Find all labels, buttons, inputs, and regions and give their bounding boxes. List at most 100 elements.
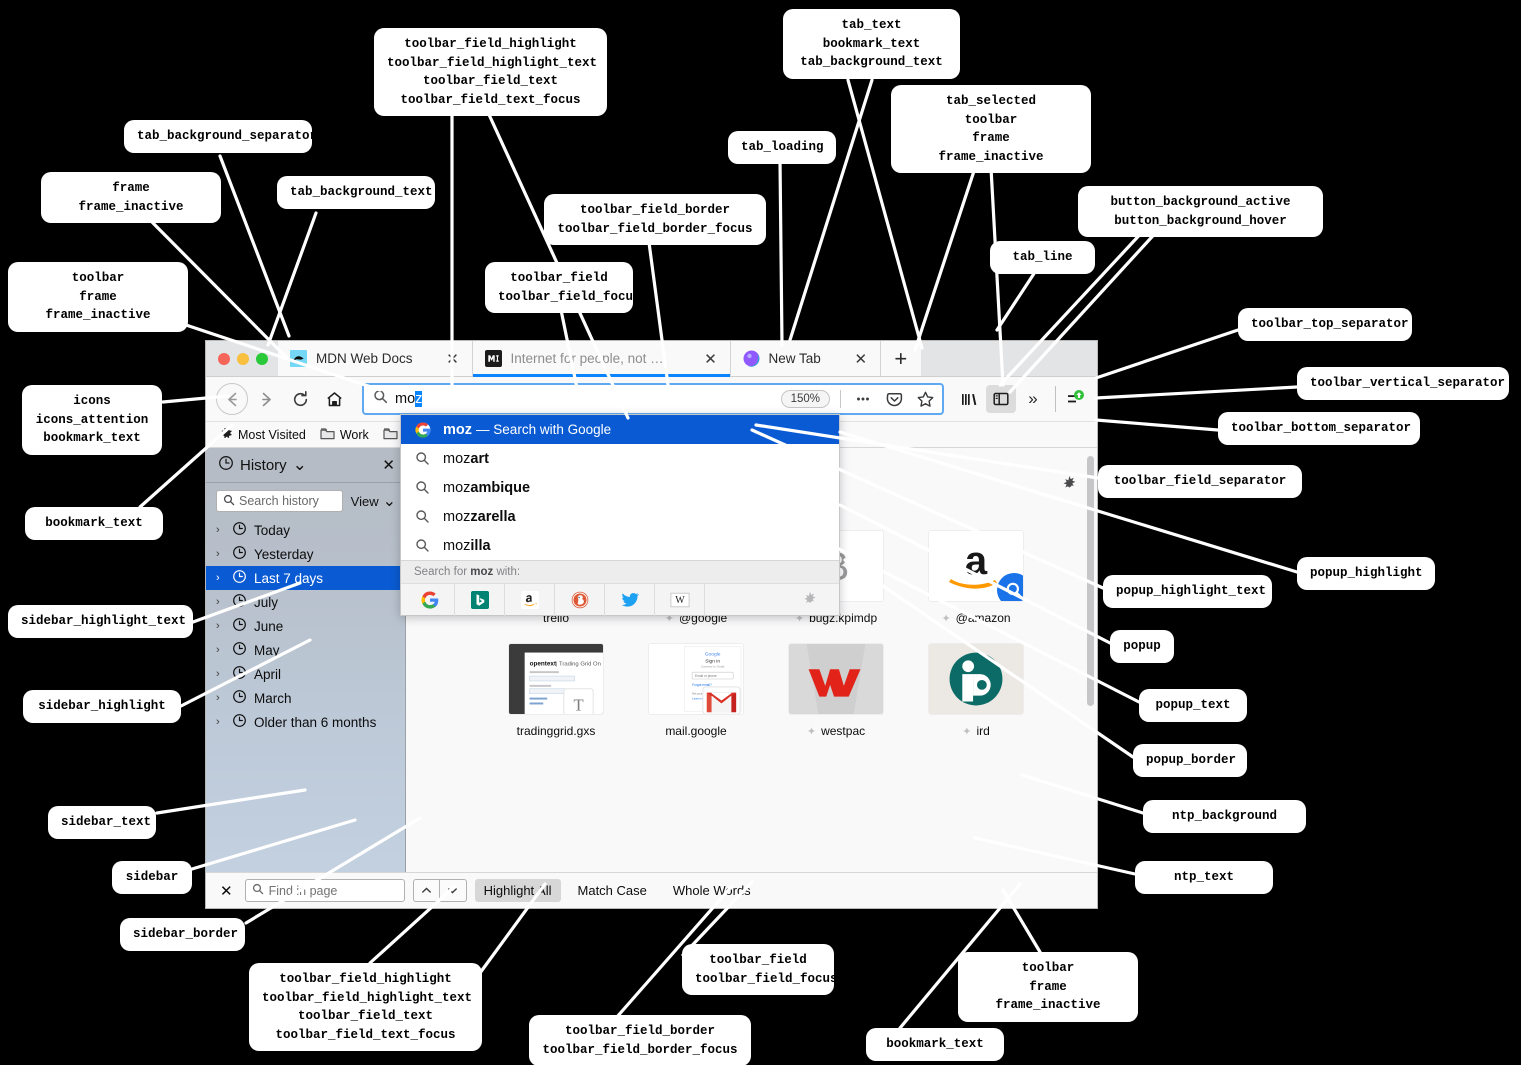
callout-tab-selected: tab_selected toolbar frame frame_inactive [891, 85, 1091, 173]
forward-arrow-icon[interactable] [250, 383, 282, 415]
pocket-icon[interactable] [882, 387, 906, 411]
twitter-icon[interactable] [605, 583, 655, 616]
expand-twisty-icon[interactable]: › [216, 620, 225, 632]
close-tab-button[interactable]: ✕ [702, 350, 720, 368]
history-item-older-than-6-months[interactable]: › Older than 6 months [206, 710, 405, 734]
callout-line: toolbar_field [709, 953, 807, 967]
sidebar-view-menu[interactable]: View ⌄ [350, 493, 396, 509]
callout-line: bookmark_text [886, 1037, 984, 1051]
expand-twisty-icon[interactable]: › [216, 548, 225, 560]
autocomplete-suggestion[interactable]: mozilla [401, 531, 839, 560]
autocomplete-suggestion[interactable]: mozambique [401, 473, 839, 502]
find-previous-button[interactable] [412, 879, 440, 902]
top-site-tile[interactable]: a ✦ @amazon [906, 530, 1046, 625]
duckduckgo-icon[interactable] [555, 583, 605, 616]
history-tree: › Today › Yesterday › Last 7 days › July › June › M… [206, 518, 405, 734]
tile-label: tradinggrid.gxs [516, 724, 596, 738]
autocomplete-footer: Search for moz with: [401, 560, 839, 583]
zoom-level-indicator[interactable]: 150% [780, 390, 830, 408]
tile-thumbnail: Google Sign in Continue to Gmail Email or p… [648, 643, 744, 715]
page-actions-icon[interactable] [851, 387, 875, 411]
close-sidebar-button[interactable]: ✕ [382, 456, 395, 474]
callout-line: tab_loading [741, 140, 824, 154]
find-next-button[interactable] [439, 879, 467, 902]
close-tab-button[interactable]: ✕ [444, 350, 462, 368]
vertical-scrollbar[interactable] [1086, 450, 1095, 906]
settings-gear-icon[interactable] [785, 584, 835, 616]
find-input[interactable]: Find in page [244, 879, 405, 902]
callout-line: toolbar_vertical_separator [1310, 376, 1506, 390]
expand-twisty-icon[interactable]: › [216, 692, 225, 704]
window-controls[interactable] [206, 341, 278, 376]
match-case-button[interactable]: Match Case [569, 879, 656, 902]
pin-icon: ✦ [941, 612, 951, 625]
history-item-march[interactable]: › March [206, 686, 405, 710]
close-tab-button[interactable]: ✕ [852, 350, 870, 368]
minimize-window-button[interactable] [237, 352, 249, 365]
callout-line: toolbar [1021, 961, 1075, 975]
library-icon[interactable] [954, 385, 984, 413]
clock-icon [232, 545, 247, 563]
history-item-today[interactable]: › Today [206, 518, 405, 542]
autocomplete-suggestion[interactable]: mozart [401, 444, 839, 473]
expand-twisty-icon[interactable]: › [216, 644, 225, 656]
svg-text:T: T [573, 695, 583, 714]
bookmark-most-visited[interactable]: Most Visited [214, 424, 311, 445]
autocomplete-suggestion[interactable]: mozzarella [401, 502, 839, 531]
callout-line: icons_attention [35, 412, 149, 427]
reload-icon[interactable] [284, 383, 316, 415]
google-icon[interactable] [405, 583, 455, 616]
amazon-icon[interactable] [505, 583, 555, 616]
scrollbar-thumb[interactable] [1087, 456, 1094, 706]
tab-new-tab[interactable]: New Tab ✕ [730, 341, 881, 376]
callout-line: sidebar [125, 870, 179, 884]
back-arrow-icon[interactable] [216, 383, 248, 415]
top-site-tile[interactable]: ✦ ird [906, 643, 1046, 738]
wikipedia-icon[interactable]: W [655, 583, 705, 616]
tab-strip-empty-space [920, 341, 1097, 376]
history-item-last-7-days[interactable]: › Last 7 days [206, 566, 405, 590]
close-window-button[interactable] [218, 352, 230, 365]
maximize-window-button[interactable] [256, 352, 268, 365]
address-bar[interactable]: moz 150% [362, 383, 944, 415]
expand-twisty-icon[interactable]: › [216, 524, 225, 536]
history-item-yesterday[interactable]: › Yesterday [206, 542, 405, 566]
top-site-tile[interactable]: ✦ westpac [766, 643, 906, 738]
history-item-june[interactable]: › June [206, 614, 405, 638]
home-icon[interactable] [318, 383, 350, 415]
expand-twisty-icon[interactable]: › [216, 596, 225, 608]
tile-label-row: ✦ ird [962, 724, 990, 738]
sync-arrow-icon[interactable] [1063, 385, 1089, 413]
history-item-may[interactable]: › May [206, 638, 405, 662]
sidebar-title-group[interactable]: History ⌄ [218, 455, 375, 475]
sidebar-view-label: View [350, 493, 379, 509]
chevron-down-icon[interactable]: ⌄ [293, 456, 307, 473]
top-site-tile[interactable]: opentext | Trading Grid On Ttradinggrid.gx… [486, 643, 626, 738]
callout-line: toolbar_field_focus [695, 971, 838, 986]
bing-icon[interactable] [455, 583, 505, 616]
whole-words-button[interactable]: Whole Words [664, 879, 760, 902]
autocomplete-row-selected[interactable]: moz — Search with Google [401, 415, 839, 444]
history-item-july[interactable]: › July [206, 590, 405, 614]
top-site-tile[interactable]: Google Sign in Continue to Gmail Email or p… [626, 643, 766, 738]
tab-mozilla-loading[interactable]: Internet for people, not profit — ✕ [472, 341, 731, 377]
ntp-settings-gear-icon[interactable] [1060, 475, 1079, 499]
sidebar-icon[interactable] [986, 385, 1016, 413]
expand-twisty-icon[interactable]: › [216, 572, 225, 584]
overflow-menu-icon[interactable]: » [1018, 385, 1048, 413]
search-history-input[interactable]: Search history [216, 490, 343, 512]
bookmark-work[interactable]: Work [315, 425, 374, 445]
expand-twisty-icon[interactable]: › [216, 668, 225, 680]
tab-mdn-web-docs[interactable]: MDN Web Docs ✕ [278, 341, 473, 376]
new-tab-button[interactable]: + [880, 341, 921, 376]
highlight-all-button[interactable]: Highlight All [474, 879, 561, 902]
callout-line: tab_background_text [290, 185, 433, 199]
close-findbar-button[interactable]: ✕ [216, 882, 237, 900]
callout-line: popup_highlight [1310, 566, 1423, 580]
callout-line: toolbar_top_separator [1251, 317, 1409, 331]
search-icon [373, 389, 388, 409]
callout-button-background-active: button_background_active button_backgroun… [1078, 186, 1323, 237]
history-item-april[interactable]: › April [206, 662, 405, 686]
expand-twisty-icon[interactable]: › [216, 716, 225, 728]
star-icon[interactable] [913, 387, 937, 411]
